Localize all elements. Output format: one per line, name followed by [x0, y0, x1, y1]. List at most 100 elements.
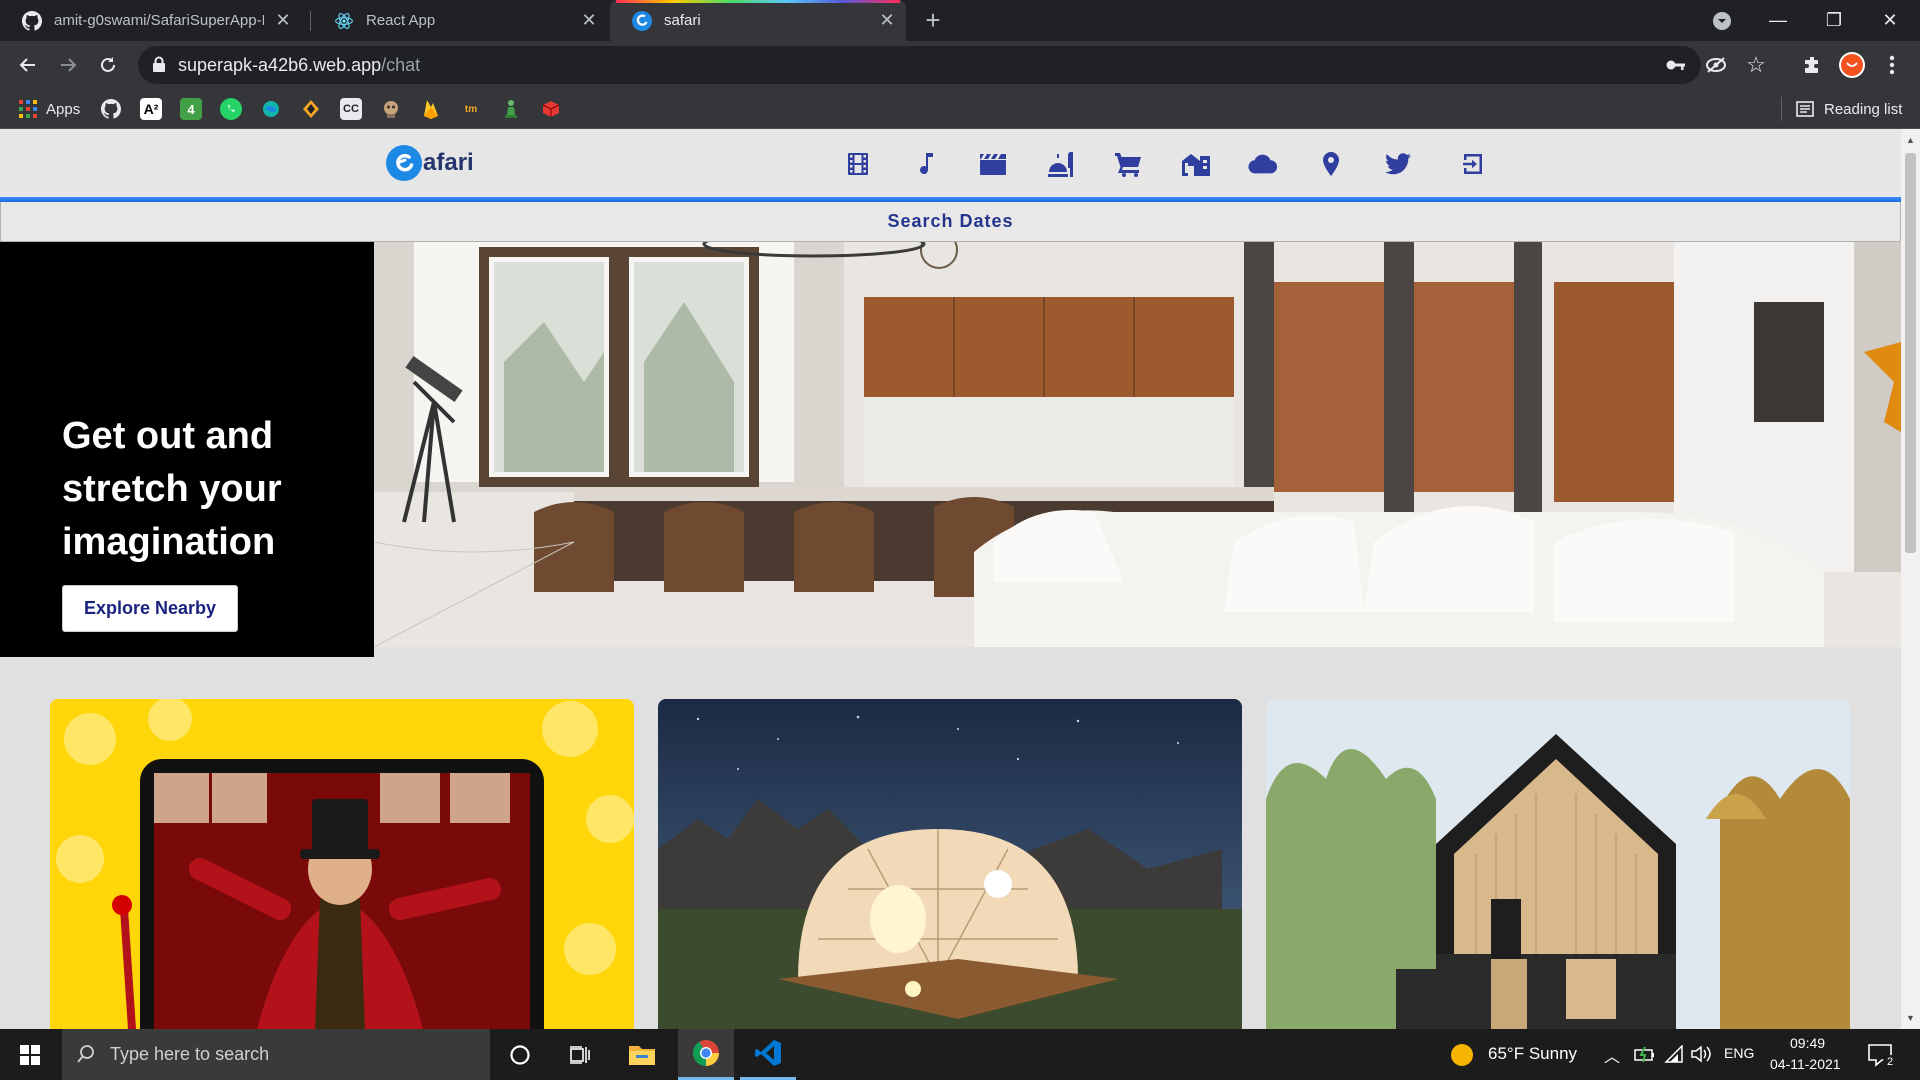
windows-taskbar: Type here to search 65°F Sunny ︿ ENG 09:…	[0, 1029, 1920, 1080]
file-explorer-icon[interactable]	[614, 1029, 670, 1080]
web-page: afari Search Dates Get out and stretch y…	[0, 129, 1901, 1029]
safari-logo-icon	[386, 145, 422, 181]
bookmark-cube-icon[interactable]	[540, 98, 562, 120]
bookmarks-divider	[1781, 97, 1782, 121]
react-icon	[334, 11, 354, 31]
hero-banner: Get out and stretch your imagination Exp…	[0, 242, 1901, 657]
address-bar[interactable]: superapk-a42b6.web.app/chat ☆	[138, 46, 1766, 84]
bookmark-four-icon[interactable]: 4	[180, 98, 202, 120]
bookmark-edge-icon[interactable]	[260, 98, 282, 120]
logout-icon[interactable]	[1458, 149, 1488, 179]
bookmark-tm-icon[interactable]: tm	[460, 98, 482, 120]
cortana-icon[interactable]	[492, 1029, 548, 1080]
tab-search-icon[interactable]	[1694, 0, 1750, 41]
bookmark-chess-icon[interactable]	[500, 98, 522, 120]
extensions-icon[interactable]	[1796, 49, 1828, 81]
search-dates-label: Search Dates	[887, 211, 1014, 231]
taskbar-search-box[interactable]: Type here to search	[62, 1029, 490, 1080]
hero-heading: Get out and stretch your imagination	[62, 415, 282, 563]
bookmarks-bar: Apps A² 4 CC tm Reading list	[0, 89, 1920, 129]
apps-shortcut[interactable]: Apps	[18, 99, 80, 119]
tab-separator	[310, 11, 311, 31]
clock-time[interactable]: 09:49	[1790, 1035, 1825, 1051]
close-tab-icon[interactable]: ✕	[274, 11, 292, 29]
weather-sun-icon[interactable]	[1450, 1043, 1474, 1072]
page-scrollbar[interactable]: ▲ ▼	[1901, 129, 1920, 1029]
shopping-cart-icon[interactable]	[1113, 149, 1143, 179]
wifi-icon[interactable]	[1664, 1044, 1684, 1068]
card-cabin-image[interactable]	[1266, 699, 1850, 1029]
search-dates-bar[interactable]: Search Dates	[0, 202, 1901, 242]
taskbar-search-placeholder: Type here to search	[110, 1044, 270, 1064]
volume-icon[interactable]	[1690, 1044, 1712, 1069]
tab-github[interactable]: amit-g0swami/SafariSuperApp-R ✕	[0, 0, 302, 41]
tab-title: React App	[366, 12, 436, 29]
task-view-icon[interactable]	[552, 1029, 608, 1080]
buildings-icon[interactable]	[1181, 149, 1211, 179]
tab-react-app[interactable]: React App ✕	[312, 0, 608, 41]
forward-icon[interactable]	[52, 49, 84, 81]
restore-icon[interactable]: ❐	[1806, 0, 1862, 41]
music-note-icon[interactable]	[911, 149, 941, 179]
language-indicator[interactable]: ENG	[1724, 1045, 1754, 1061]
windows-start-icon[interactable]	[2, 1029, 58, 1080]
hero-interior-image	[374, 242, 1901, 647]
tab-title: amit-g0swami/SafariSuperApp-R	[54, 12, 264, 29]
scrollbar-thumb[interactable]	[1905, 153, 1916, 553]
profile-avatar-icon[interactable]	[1836, 49, 1868, 81]
tab-strip: amit-g0swami/SafariSuperApp-R ✕ React Ap…	[0, 0, 1920, 41]
apps-grid-icon	[19, 100, 37, 118]
apps-label: Apps	[46, 100, 81, 118]
notifications-icon[interactable]: 2	[1867, 1042, 1897, 1073]
card-dome-image[interactable]	[658, 699, 1242, 1029]
reading-list-label: Reading list	[1824, 100, 1903, 118]
back-icon[interactable]	[12, 49, 44, 81]
weather-text[interactable]: 65°F Sunny	[1488, 1044, 1577, 1064]
close-tab-icon[interactable]: ✕	[878, 11, 896, 29]
show-hidden-icons-icon[interactable]: ︿	[1604, 1043, 1620, 1067]
location-pin-icon[interactable]	[1316, 149, 1346, 179]
tab-safari[interactable]: safari ✕	[610, 0, 906, 41]
chrome-taskbar-icon[interactable]	[678, 1029, 734, 1080]
bookmark-whatsapp-icon[interactable]	[220, 98, 242, 120]
bookmark-diamond-icon[interactable]	[300, 98, 322, 120]
film-icon[interactable]	[843, 149, 873, 179]
close-window-icon[interactable]: ✕	[1862, 0, 1918, 41]
bookmark-superscript-a-icon[interactable]: A²	[140, 98, 162, 120]
key-icon[interactable]	[1665, 54, 1687, 76]
scroll-down-arrow-icon[interactable]: ▼	[1906, 1013, 1915, 1023]
bookmark-firebase-icon[interactable]	[420, 98, 442, 120]
food-service-icon[interactable]	[1046, 149, 1076, 179]
explore-nearby-button[interactable]: Explore Nearby	[62, 585, 238, 632]
lock-icon[interactable]	[152, 56, 166, 78]
bookmark-cc-icon[interactable]: CC	[340, 98, 362, 120]
browser-toolbar: superapk-a42b6.web.app/chat ☆	[0, 41, 1920, 89]
clapperboard-icon[interactable]	[978, 149, 1008, 179]
minimize-icon[interactable]: —	[1750, 0, 1806, 41]
bookmark-mascot-icon[interactable]	[380, 98, 402, 120]
bookmark-star-icon[interactable]: ☆	[1745, 52, 1767, 77]
twitter-icon[interactable]	[1383, 149, 1413, 179]
notification-count-badge: 2	[1883, 1055, 1897, 1069]
clock-date[interactable]: 04-11-2021	[1770, 1056, 1841, 1072]
url-text: superapk-a42b6.web.app/chat	[178, 55, 421, 75]
more-menu-icon[interactable]	[1876, 49, 1908, 81]
cloud-icon[interactable]	[1248, 149, 1278, 179]
safari-logo-icon	[632, 10, 652, 31]
card-theatre-image[interactable]	[50, 699, 634, 1029]
close-tab-icon[interactable]: ✕	[580, 11, 598, 29]
safari-logo[interactable]: afari	[386, 145, 474, 181]
tab-title: safari	[664, 12, 701, 29]
tracking-blocked-icon[interactable]	[1705, 54, 1727, 76]
new-tab-icon[interactable]: +	[920, 7, 946, 34]
github-icon	[22, 10, 42, 31]
scroll-up-arrow-icon[interactable]: ▲	[1906, 135, 1915, 145]
search-icon	[77, 1045, 94, 1063]
bookmark-github-icon[interactable]	[100, 98, 122, 120]
reading-list[interactable]: Reading list	[1796, 98, 1902, 120]
reload-icon[interactable]	[92, 49, 124, 81]
battery-charge-icon[interactable]	[1634, 1045, 1656, 1068]
tab-audio-indicator	[616, 0, 900, 3]
vscode-taskbar-icon[interactable]	[740, 1029, 796, 1080]
hero-panel: Get out and stretch your imagination Exp…	[0, 242, 374, 657]
